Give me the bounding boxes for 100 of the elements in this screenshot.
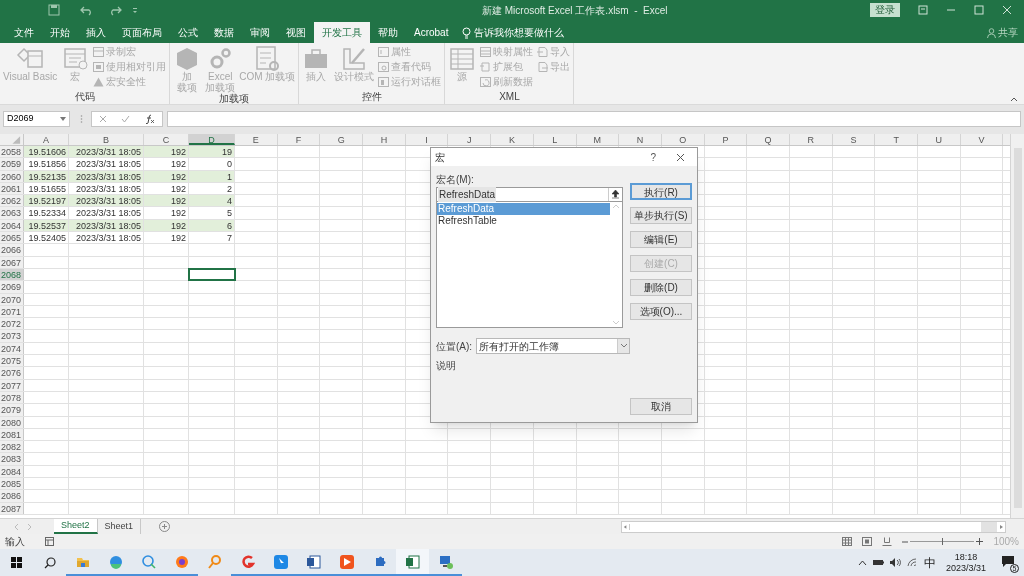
column-header[interactable]: I — [405, 134, 449, 145]
scrollbar-thumb[interactable] — [981, 521, 998, 532]
name-box[interactable]: D2069 — [3, 111, 70, 127]
dialog-button[interactable]: 选项(O)... — [630, 303, 692, 320]
ribbon-display-icon[interactable] — [918, 5, 928, 15]
column-header[interactable]: H — [363, 134, 406, 145]
cancel-icon[interactable] — [99, 115, 108, 123]
column-header[interactable]: V — [960, 134, 1004, 145]
tell-me-search[interactable]: 告诉我你想要做什么 — [462, 22, 565, 43]
column-header[interactable]: T — [875, 134, 918, 145]
dropdown-icon[interactable] — [60, 117, 66, 121]
column-header[interactable]: A — [24, 134, 69, 145]
undo-icon[interactable] — [80, 4, 94, 16]
zoom-out-button[interactable] — [902, 538, 909, 545]
normal-view-icon[interactable] — [842, 537, 853, 546]
row-header[interactable]: 2086 — [0, 490, 24, 502]
wifi-icon[interactable] — [906, 558, 918, 567]
clock[interactable]: 18:18 2023/3/31 — [945, 551, 986, 574]
macro-list[interactable]: RefreshData RefreshTable — [436, 202, 623, 328]
column-header[interactable]: S — [832, 134, 876, 145]
dialog-button[interactable]: 执行(R) — [630, 183, 692, 200]
list-scrollbar[interactable] — [610, 202, 622, 327]
ribbon-tab[interactable]: 帮助 — [370, 22, 406, 43]
column-header[interactable]: R — [789, 134, 833, 145]
row-header[interactable]: 2080 — [0, 416, 24, 428]
ribbon-tab[interactable]: 文件 — [6, 22, 42, 43]
dialog-button[interactable]: 单步执行(S) — [630, 207, 692, 224]
column-header[interactable]: D — [189, 134, 235, 145]
ribbon-tab[interactable]: Acrobat — [406, 22, 457, 43]
page-break-icon[interactable] — [882, 537, 893, 546]
column-header[interactable]: E — [235, 134, 278, 145]
add-sheet-icon[interactable] — [159, 521, 171, 532]
close-icon[interactable] — [676, 152, 685, 162]
macro-list-item[interactable]: RefreshTable — [437, 215, 610, 227]
ribbon-tab[interactable]: 开发工具 — [314, 22, 370, 43]
share-button[interactable]: 共享 — [987, 22, 1018, 43]
row-header[interactable]: 2063 — [0, 207, 24, 219]
vertical-scrollbar[interactable] — [1010, 134, 1024, 518]
row-header[interactable]: 2070 — [0, 293, 24, 305]
macro-name-field[interactable]: RefreshData — [436, 187, 623, 202]
column-header[interactable]: J — [448, 134, 492, 145]
row-header[interactable]: 2066 — [0, 244, 24, 256]
row-header[interactable]: 2073 — [0, 330, 24, 342]
row-header[interactable]: 2079 — [0, 404, 24, 416]
function-icon[interactable] — [144, 114, 155, 124]
previous-sheet-icon[interactable] — [14, 523, 19, 530]
ribbon-tab[interactable]: 公式 — [170, 22, 206, 43]
ribbon-tab[interactable]: 插入 — [78, 22, 114, 43]
column-header[interactable]: N — [619, 134, 662, 145]
row-header[interactable]: 2058 — [0, 146, 24, 158]
column-header[interactable]: K — [491, 134, 534, 145]
row-header[interactable]: 2067 — [0, 256, 24, 268]
ribbon-tab[interactable]: 数据 — [206, 22, 242, 43]
row-header[interactable]: 2082 — [0, 441, 24, 453]
customize-icon[interactable] — [132, 6, 138, 14]
row-header[interactable]: 2087 — [0, 502, 24, 514]
upload-button[interactable] — [608, 188, 622, 201]
column-header[interactable]: P — [704, 134, 748, 145]
scroll-left-icon[interactable] — [622, 523, 631, 530]
column-header[interactable]: O — [661, 134, 705, 145]
cancel-button[interactable]: 取消 — [630, 398, 692, 415]
taskbar-button[interactable] — [396, 549, 429, 576]
active-cell[interactable] — [189, 268, 235, 281]
maximize-icon[interactable] — [974, 5, 984, 15]
column-header[interactable]: B — [69, 134, 144, 145]
column-header[interactable]: Q — [747, 134, 790, 145]
page-layout-icon[interactable] — [862, 537, 873, 546]
column-header[interactable]: G — [320, 134, 364, 145]
speaker-icon[interactable] — [889, 558, 901, 567]
enter-icon[interactable] — [121, 115, 131, 123]
zoom-in-button[interactable] — [976, 538, 984, 545]
row-header[interactable]: 2075 — [0, 355, 24, 367]
ribbon-tab[interactable]: 视图 — [278, 22, 314, 43]
column-header[interactable]: L — [533, 134, 577, 145]
ribbon-tab[interactable]: 开始 — [42, 22, 78, 43]
dialog-button[interactable]: 编辑(E) — [630, 231, 692, 248]
ribbon-tab[interactable]: 审阅 — [242, 22, 278, 43]
ribbon-tab[interactable]: 页面布局 — [114, 22, 170, 43]
input-method-button[interactable]: 中 — [923, 553, 936, 572]
row-header[interactable]: 2060 — [0, 170, 24, 182]
chevron-up-icon[interactable] — [857, 559, 867, 566]
row-header[interactable]: 2062 — [0, 195, 24, 207]
row-header[interactable]: 2072 — [0, 318, 24, 330]
column-header[interactable]: U — [918, 134, 961, 145]
help-button[interactable]: ? — [650, 149, 656, 165]
row-header[interactable]: 2085 — [0, 478, 24, 490]
next-sheet-icon[interactable] — [27, 523, 32, 530]
row-header[interactable]: 2065 — [0, 232, 24, 244]
row-header[interactable]: 2083 — [0, 453, 24, 465]
sheet-tab[interactable]: Sheet2 — [54, 519, 98, 534]
column-header[interactable]: F — [277, 134, 321, 145]
redo-icon[interactable] — [108, 4, 122, 16]
row-header[interactable]: 2076 — [0, 367, 24, 379]
horizontal-scrollbar[interactable] — [621, 520, 1007, 533]
dialog-button[interactable]: 删除(D) — [630, 279, 692, 296]
macro-record-icon[interactable] — [45, 537, 54, 546]
location-dropdown[interactable]: 所有打开的工作簿 — [476, 338, 631, 354]
row-header[interactable]: 2077 — [0, 379, 24, 391]
column-header[interactable]: M — [576, 134, 620, 145]
formula-input[interactable] — [167, 111, 1021, 127]
